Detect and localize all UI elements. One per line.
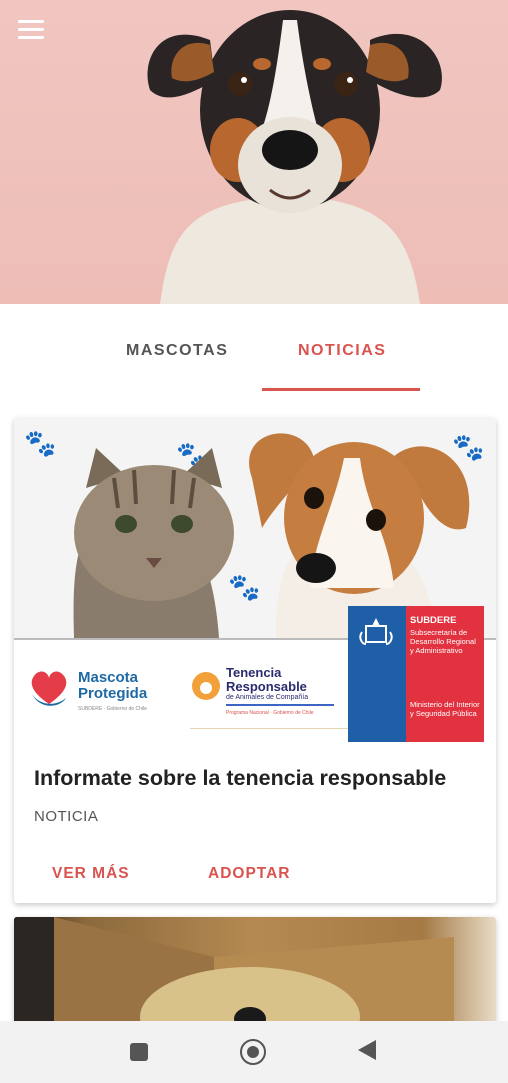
tab-mascotas[interactable]: MASCOTAS xyxy=(126,342,228,360)
cat-and-dog-illustration xyxy=(73,433,470,638)
recents-square-icon[interactable] xyxy=(130,1043,148,1061)
news-card-subtitle: NOTICIA xyxy=(34,808,99,825)
tab-noticias[interactable]: NOTICIAS xyxy=(298,342,386,360)
active-tab-indicator xyxy=(262,388,420,391)
heart-hands-icon xyxy=(31,671,67,706)
logo-divider xyxy=(226,704,334,706)
subdere-logo: SUBDERE Subsecretaría de Desarrollo Regi… xyxy=(348,606,484,742)
news-card-2-image xyxy=(14,917,496,1027)
system-nav-bar xyxy=(0,1021,508,1083)
coat-of-arms-icon xyxy=(359,618,393,645)
orange-paw-icon xyxy=(192,672,220,700)
menu-icon[interactable] xyxy=(18,20,44,40)
subdere-title: SUBDERE xyxy=(410,615,457,626)
tenencia-responsable-title: Tenencia Responsable xyxy=(226,665,307,694)
puppy-in-box-illustration xyxy=(14,917,454,1027)
tenencia-responsable-program: Programa Nacional · Gobierno de Chile xyxy=(226,710,314,716)
ministerio-label: Ministerio del Interior y Seguridad Públ… xyxy=(410,700,480,718)
tenencia-responsable-logo: Tenencia Responsable de Animales de Comp… xyxy=(190,664,350,730)
back-triangle-icon[interactable] xyxy=(358,1040,376,1060)
ver-mas-button[interactable]: VER MÁS xyxy=(52,865,130,883)
mascota-protegida-title: Mascota Protegida xyxy=(78,669,148,702)
subdere-subtitle: Subsecretaría de Desarrollo Regional y A… xyxy=(410,628,476,655)
pets-photo: 🐾 🐾 🐾 🐾 xyxy=(14,418,496,638)
hero-image xyxy=(0,0,508,304)
news-card-image: 🐾 🐾 🐾 🐾 Mascota Protegida SUBDERE · Gobi… xyxy=(14,418,496,744)
home-circle-icon[interactable] xyxy=(240,1039,266,1065)
mascota-protegida-logo: Mascota Protegida SUBDERE · Gobierno de … xyxy=(26,664,176,724)
mascota-protegida-sub: SUBDERE · Gobierno de Chile xyxy=(78,706,147,712)
tab-bar: MASCOTAS NOTICIAS xyxy=(0,304,508,394)
news-card-title: Informate sobre la tenencia responsable xyxy=(34,766,447,790)
dog-illustration xyxy=(147,10,442,304)
adoptar-button[interactable]: ADOPTAR xyxy=(208,865,291,883)
logo-underline xyxy=(190,728,348,729)
tenencia-responsable-sub: de Animales de Compañía xyxy=(226,694,309,701)
news-card: 🐾 🐾 🐾 🐾 Mascota Protegida SUBDERE · Gobi… xyxy=(14,418,496,903)
